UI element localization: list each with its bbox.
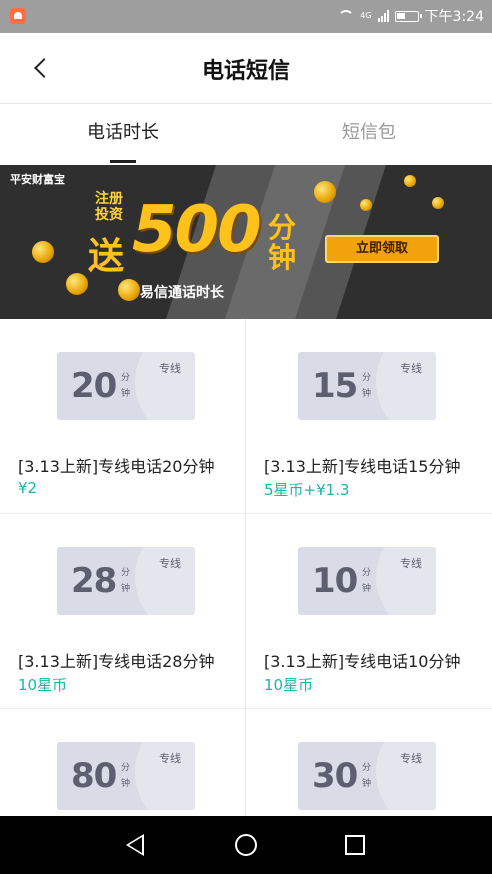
nav-home-icon[interactable]	[235, 834, 257, 856]
card-unit-fen: 分	[121, 373, 131, 383]
card-line-label: 专线	[400, 362, 422, 375]
card-unit-zhong: 钟	[362, 584, 372, 594]
coin-icon	[118, 279, 140, 301]
card-minutes: 30	[312, 756, 358, 796]
product-item[interactable]: 10 分钟 专线 [3.13上新]专线电话10分钟 10星币	[246, 514, 492, 709]
product-item[interactable]: 28 分钟 专线 [3.13上新]专线电话28分钟 10星币	[0, 514, 246, 709]
banner-send-text: 送	[88, 236, 125, 277]
active-tab-indicator	[110, 160, 136, 163]
card-minutes: 15	[312, 366, 358, 406]
card-unit: 分钟	[121, 370, 130, 402]
card-minutes: 80	[71, 756, 117, 796]
card-minutes: 10	[312, 561, 358, 601]
card-unit: 分钟	[121, 760, 130, 792]
tab-sms-package[interactable]: 短信包	[246, 104, 492, 165]
card-unit-fen: 分	[362, 763, 372, 773]
card-unit-fen: 分	[362, 373, 372, 383]
banner-description: 易信通话时长	[140, 285, 224, 301]
battery-icon	[394, 10, 422, 22]
coin-icon	[404, 175, 416, 187]
coin-icon	[66, 273, 88, 295]
product-name: [3.13上新]专线电话15分钟	[264, 457, 461, 476]
status-icons: 4G 下午3:24	[338, 6, 484, 26]
banner-unit-zhong: 钟	[268, 241, 297, 274]
product-card-image: 30 分钟 专线	[298, 742, 436, 810]
status-bar: 4G 下午3:24	[0, 0, 492, 33]
card-unit: 分钟	[362, 370, 371, 402]
card-unit-fen: 分	[121, 763, 131, 773]
product-card-image: 15 分钟 专线	[298, 352, 436, 420]
card-line-label: 专线	[400, 752, 422, 765]
card-unit-zhong: 钟	[121, 584, 131, 594]
coin-icon	[360, 199, 372, 211]
claim-now-button[interactable]: 立即领取	[325, 235, 439, 263]
card-line-label: 专线	[400, 557, 422, 570]
banner-line1: 注册	[95, 191, 123, 207]
card-line-label: 专线	[159, 557, 181, 570]
wifi-icon	[338, 10, 355, 22]
card-unit: 分钟	[121, 565, 130, 597]
product-card-image: 80 分钟 专线	[57, 742, 195, 810]
status-time: 下午3:24	[424, 9, 484, 25]
card-minutes: 20	[71, 366, 117, 406]
product-price: 10星币	[18, 676, 68, 694]
card-unit-zhong: 钟	[362, 779, 372, 789]
product-name: [3.13上新]专线电话20分钟	[18, 457, 215, 476]
product-grid: 20 分钟 专线 [3.13上新]专线电话20分钟 ¥2 15 分钟 专线 [3…	[0, 319, 492, 816]
banner-unit-fen: 分	[268, 211, 297, 244]
coin-icon	[432, 197, 444, 209]
product-price: 10星币	[264, 676, 314, 694]
card-unit-fen: 分	[362, 568, 372, 578]
card-unit-zhong: 钟	[121, 389, 131, 399]
card-unit-zhong: 钟	[121, 779, 131, 789]
product-card-image: 28 分钟 专线	[57, 547, 195, 615]
banner-amount: 500	[132, 193, 262, 267]
banner-register-text: 注册 投资	[95, 191, 123, 223]
product-card-image: 20 分钟 专线	[57, 352, 195, 420]
product-name: [3.13上新]专线电话10分钟	[264, 652, 461, 671]
coin-icon	[314, 181, 336, 203]
product-card-image: 10 分钟 专线	[298, 547, 436, 615]
product-item[interactable]: 15 分钟 专线 [3.13上新]专线电话15分钟 5星币+¥1.3	[246, 319, 492, 514]
top-app-bar: 电话短信	[0, 33, 492, 104]
product-price: 5星币+¥1.3	[264, 481, 350, 499]
card-unit-fen: 分	[121, 568, 131, 578]
banner-brand: 平安财富宝	[10, 173, 65, 186]
nav-back-icon[interactable]	[126, 834, 144, 856]
banner-unit: 分 钟	[268, 213, 296, 273]
product-name: [3.13上新]专线电话28分钟	[18, 652, 215, 671]
nav-recent-icon[interactable]	[345, 835, 365, 855]
tab-call-duration[interactable]: 电话时长	[0, 104, 246, 165]
card-minutes: 28	[71, 561, 117, 601]
banner-line2: 投资	[95, 207, 123, 223]
coin-icon	[32, 241, 54, 263]
card-unit: 分钟	[362, 760, 371, 792]
system-nav-bar	[0, 816, 492, 874]
app-notification-icon	[10, 8, 26, 24]
card-line-label: 专线	[159, 362, 181, 375]
signal-icon	[377, 10, 389, 22]
card-unit-zhong: 钟	[362, 389, 372, 399]
promo-banner[interactable]: 平安财富宝 注册 投资 送 500 分 钟 易信通话时长 立即领取	[0, 165, 492, 319]
product-item[interactable]: 80 分钟 专线	[0, 709, 246, 816]
card-unit: 分钟	[362, 565, 371, 597]
page-title: 电话短信	[201, 59, 290, 84]
network-type: 4G	[360, 11, 372, 20]
product-price: ¥2	[18, 479, 38, 497]
card-line-label: 专线	[159, 752, 181, 765]
tab-bar: 电话时长 短信包	[0, 104, 492, 165]
product-item[interactable]: 30 分钟 专线	[246, 709, 492, 816]
product-item[interactable]: 20 分钟 专线 [3.13上新]专线电话20分钟 ¥2	[0, 319, 246, 514]
